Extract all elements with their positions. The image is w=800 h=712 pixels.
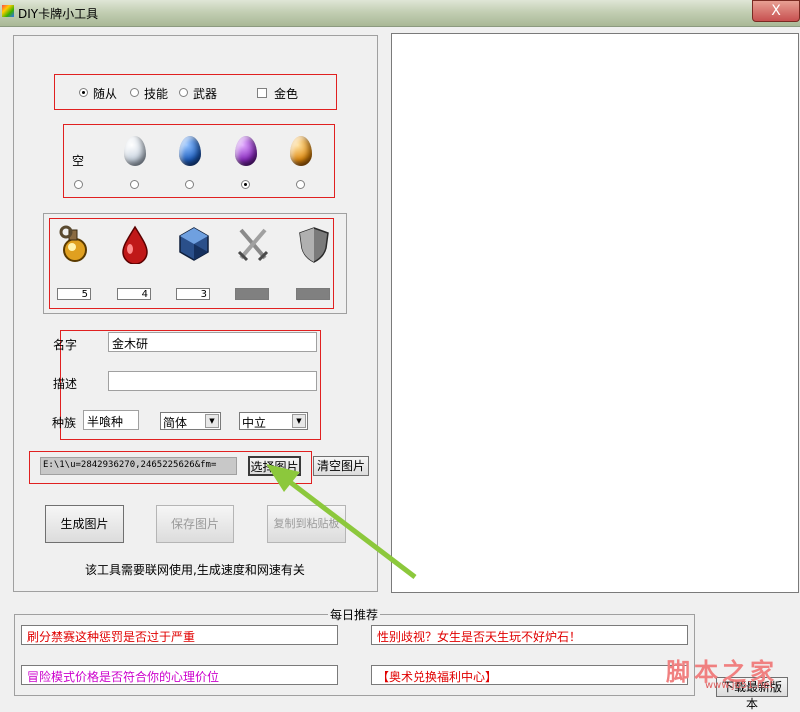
- language-select-value: 简体: [163, 416, 188, 430]
- window-title: DIY卡牌小工具: [18, 7, 99, 21]
- blood-drop-icon: [122, 225, 148, 264]
- radio-weapon-label: 武器: [193, 87, 218, 101]
- mana-potion-icon: [59, 225, 87, 262]
- orange-gem-icon: [290, 136, 312, 166]
- race-label: 种族: [52, 416, 77, 430]
- class-select[interactable]: 中立 ▼: [239, 412, 308, 430]
- app-icon: [2, 5, 14, 17]
- rarity-radio-blue[interactable]: [185, 180, 194, 189]
- white-gem-icon: [124, 136, 146, 166]
- rarity-empty-label: 空: [72, 154, 85, 168]
- recommend-link-1[interactable]: 刷分禁赛这种惩罚是否过于严重: [21, 625, 338, 645]
- rarity-radio-empty[interactable]: [74, 180, 83, 189]
- crystal-icon: [179, 227, 209, 261]
- race-input[interactable]: 半喰种: [83, 410, 139, 430]
- class-select-value: 中立: [242, 416, 267, 430]
- golden-checkbox[interactable]: [257, 88, 267, 98]
- save-button[interactable]: 保存图片: [156, 505, 234, 543]
- rarity-radio-white[interactable]: [130, 180, 139, 189]
- radio-weapon[interactable]: [179, 88, 188, 97]
- watermark-url: www.jb51.net: [705, 680, 774, 691]
- arrow-annotation: [266, 464, 417, 579]
- rarity-radio-orange[interactable]: [296, 180, 305, 189]
- radio-skill-label: 技能: [144, 87, 169, 101]
- cost-field[interactable]: 5: [57, 288, 91, 300]
- attack-field[interactable]: 4: [117, 288, 151, 300]
- durability-field: [296, 288, 330, 300]
- health-field[interactable]: 3: [176, 288, 210, 300]
- recommend-title: 每日推荐: [328, 606, 381, 623]
- weapon-attack-field: [235, 288, 269, 300]
- close-button[interactable]: X: [752, 0, 800, 22]
- chevron-down-icon: ▼: [205, 414, 219, 428]
- recommend-link-2[interactable]: 性别歧视？女生是否天生玩不好炉石！: [371, 625, 688, 645]
- recommend-link-3[interactable]: 冒险模式价格是否符合你的心理价位: [21, 665, 338, 685]
- chevron-down-icon: ▼: [292, 414, 306, 428]
- generate-button[interactable]: 生成图片: [45, 505, 124, 543]
- blue-gem-icon: [179, 136, 201, 166]
- name-input[interactable]: 金木研: [108, 332, 317, 352]
- image-path-input[interactable]: E:\1\u=2842936270,2465225626&fm=: [40, 457, 237, 475]
- recommend-link-4[interactable]: 【奥术兑换福利中心】: [371, 665, 688, 685]
- rarity-radio-purple[interactable]: [241, 180, 250, 189]
- crossed-swords-icon: [237, 228, 269, 262]
- radio-minion[interactable]: [79, 88, 88, 97]
- purple-gem-icon: [235, 136, 257, 166]
- preview-panel: [391, 33, 799, 593]
- radio-skill[interactable]: [130, 88, 139, 97]
- desc-label: 描述: [53, 377, 78, 391]
- title-bar: DIY卡牌小工具 X: [0, 0, 800, 27]
- radio-minion-label: 随从: [93, 87, 118, 101]
- language-select[interactable]: 简体 ▼: [160, 412, 221, 430]
- golden-label: 金色: [274, 87, 299, 101]
- shield-icon: [299, 227, 329, 263]
- name-label: 名字: [53, 338, 78, 352]
- desc-input[interactable]: [108, 371, 317, 391]
